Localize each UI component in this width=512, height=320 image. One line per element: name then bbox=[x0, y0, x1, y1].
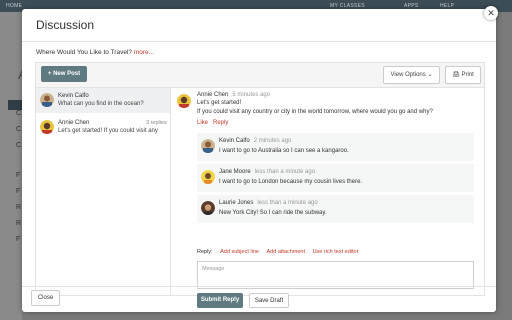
reply-time: 2 minutes ago bbox=[253, 138, 292, 144]
discussion-prompt: Where Would You Like to Travel? more... bbox=[36, 49, 154, 56]
reply-label: Reply: bbox=[197, 249, 213, 255]
reply-time: less than a minute ago bbox=[257, 200, 318, 206]
message-input[interactable]: Message bbox=[197, 261, 474, 289]
reply-author: Kevin Calfo bbox=[219, 138, 250, 144]
app-left-panel bbox=[0, 12, 22, 320]
submit-reply-button[interactable]: Submit Reply bbox=[197, 293, 243, 308]
reply-item: Laurie Jones less than a minute ago New Y… bbox=[197, 195, 474, 223]
prompt-text: Where Would You Like to Travel? bbox=[36, 49, 132, 56]
thread-item[interactable]: Annie Chen 3 replies Let's get started! … bbox=[36, 115, 170, 140]
reply-text: I want to go to Australia so I can see a… bbox=[219, 148, 349, 154]
post-time: 5 minutes ago bbox=[232, 92, 271, 98]
post-author: Annie Chen bbox=[197, 92, 229, 98]
thread-list: Kevin Calfo What can you find in the oce… bbox=[36, 88, 171, 295]
thread-author: Annie Chen bbox=[58, 120, 90, 126]
divider bbox=[22, 286, 496, 287]
avatar bbox=[201, 201, 215, 215]
reply-author-line: Kevin Calfo 2 minutes ago bbox=[219, 138, 291, 144]
like-link[interactable]: Like bbox=[197, 120, 208, 126]
thread-author: Kevin Calfo bbox=[58, 93, 89, 99]
close-button[interactable]: Close bbox=[31, 290, 60, 306]
thread-item[interactable]: Kevin Calfo What can you find in the oce… bbox=[36, 88, 170, 113]
discussion-pane: + New Post View Options ⌄ 🖨 Print Kevin … bbox=[35, 62, 485, 308]
save-draft-button[interactable]: Save Draft bbox=[249, 293, 289, 308]
thread-preview: Let's get started! If you could visit an… bbox=[58, 128, 158, 134]
discussion-toolbar: + New Post View Options ⌄ 🖨 Print bbox=[36, 63, 484, 88]
reply-link[interactable]: Reply bbox=[213, 120, 228, 126]
reply-count: 3 replies bbox=[146, 120, 167, 126]
reply-text: New York City! So I can ride the subway. bbox=[219, 210, 327, 216]
thread-preview: What can you find in the ocean? bbox=[58, 101, 144, 107]
divider bbox=[22, 41, 496, 42]
avatar bbox=[40, 93, 54, 107]
reply-author: Jane Moore bbox=[219, 169, 251, 175]
more-link[interactable]: more... bbox=[134, 49, 154, 56]
avatar bbox=[40, 120, 54, 134]
close-icon[interactable]: ✕ bbox=[484, 6, 498, 20]
post-title: Let's get started! bbox=[197, 100, 242, 106]
reply-item: Kevin Calfo 2 minutes ago I want to go to… bbox=[197, 133, 474, 161]
add-attachment-link[interactable]: Add attachment bbox=[267, 249, 306, 255]
reply-author: Laurie Jones bbox=[219, 200, 254, 206]
rich-text-editor-link[interactable]: Use rich text editor bbox=[313, 249, 359, 255]
print-button[interactable]: 🖨 Print bbox=[445, 66, 481, 84]
post-actions: Like Reply bbox=[197, 120, 233, 126]
avatar bbox=[177, 94, 191, 108]
new-post-button[interactable]: + New Post bbox=[41, 66, 87, 82]
reply-time: less than a minute ago bbox=[254, 169, 316, 175]
avatar bbox=[201, 139, 215, 153]
post-author-line: Annie Chen 5 minutes ago bbox=[197, 92, 270, 98]
post-body: If you could visit any country or city i… bbox=[197, 109, 433, 115]
thread-detail: Annie Chen 5 minutes ago Let's get starte… bbox=[171, 88, 484, 308]
bg-selected-item bbox=[8, 100, 22, 110]
modal-title: Discussion bbox=[36, 18, 95, 32]
reply-text: I want to go to London because my cousin… bbox=[219, 179, 363, 185]
reply-author-line: Laurie Jones less than a minute ago bbox=[219, 200, 318, 206]
reply-item: Jane Moore less than a minute ago I want … bbox=[197, 164, 474, 192]
discussion-modal: Discussion Where Would You Like to Trave… bbox=[22, 9, 496, 312]
add-subject-link[interactable]: Add subject line bbox=[220, 249, 259, 255]
reply-author-line: Jane Moore less than a minute ago bbox=[219, 169, 315, 175]
avatar bbox=[201, 170, 215, 184]
view-options-button[interactable]: View Options ⌄ bbox=[383, 66, 440, 84]
bg-nav-home: HOME bbox=[6, 3, 23, 9]
reply-options: Reply: Add subject line Add attachment U… bbox=[197, 249, 358, 255]
